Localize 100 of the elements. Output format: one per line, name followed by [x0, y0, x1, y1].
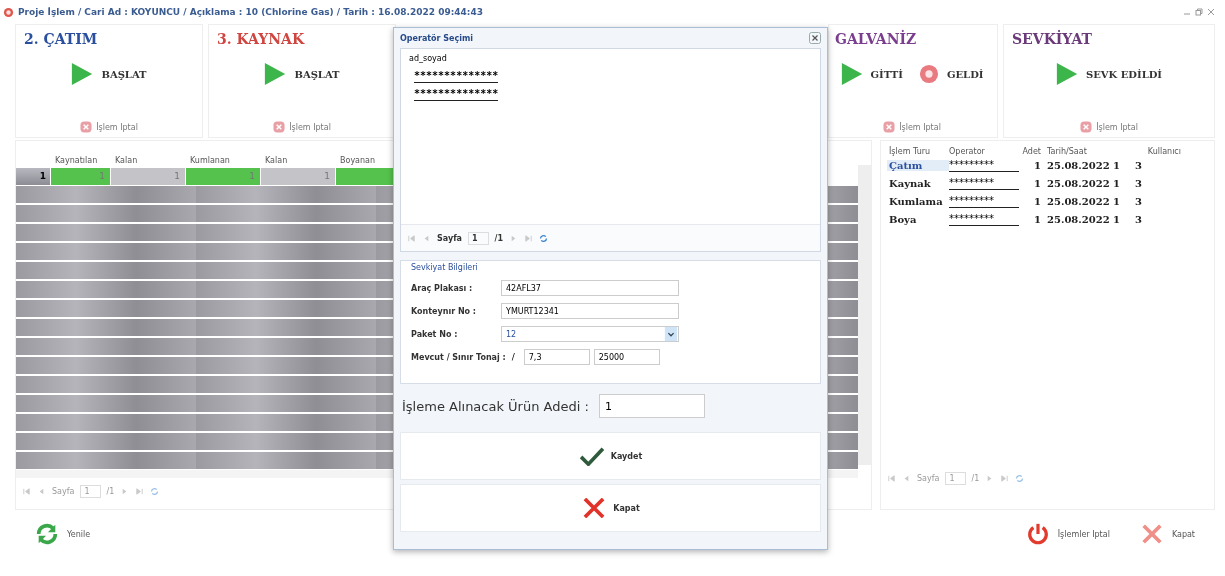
cancel-link[interactable]: İşlem Iptal	[1080, 121, 1138, 133]
last-page-icon[interactable]	[524, 233, 534, 243]
window-title: Proje İşlem / Cari Ad : KOYUNCU / Açıklama : 10 (Chlorine Gas) / Tarih : 16.08.2022 09:44:43	[18, 7, 483, 17]
row-header: 1	[16, 168, 51, 185]
table-cell: *********	[949, 158, 1019, 172]
cancel-icon	[1080, 121, 1093, 133]
stage-title: SEVKİYAT	[1012, 31, 1092, 47]
stage-button[interactable]: GELDİ	[918, 61, 984, 87]
stage-button[interactable]: BAŞLAT	[71, 61, 147, 87]
footer-button[interactable]: İşlemler Iptal	[1025, 522, 1110, 546]
page-label: Sayfa	[52, 486, 75, 496]
list-item[interactable]: **************	[414, 69, 499, 83]
play-icon	[264, 61, 287, 87]
group-title: Sevkiyat Bilgileri	[411, 263, 478, 272]
footer-button[interactable]: Kapat	[1139, 522, 1195, 546]
table-cell-text: 1	[1033, 213, 1042, 225]
page-field[interactable]: 1	[468, 231, 489, 245]
play-icon	[1055, 61, 1078, 87]
column-header: Kullanıcı	[1146, 147, 1182, 156]
list-item[interactable]: **************	[414, 87, 499, 101]
table-cell: 1	[111, 168, 186, 185]
refresh-icon[interactable]	[1015, 473, 1025, 483]
page-total: /1	[494, 233, 504, 243]
column-header: Tarih/Saat	[1047, 147, 1088, 156]
table-cell-text: 1	[1033, 177, 1042, 189]
record-icon	[918, 64, 939, 84]
restore-icon[interactable]	[1195, 8, 1203, 16]
table-cell-text: 3	[1135, 159, 1143, 171]
input-field[interactable]: 42AFL37	[501, 280, 679, 296]
stage-button[interactable]: BAŞLAT	[264, 61, 340, 87]
field-label: Araç Plakası :	[411, 283, 474, 293]
table-cell: *********	[949, 212, 1019, 226]
cancel-link[interactable]: İşlem Iptal	[883, 121, 941, 133]
input-field[interactable]: 25000	[593, 349, 660, 365]
table-cell-text: 25.08.2022 1	[1047, 213, 1122, 225]
input-field[interactable]: YMURT12341	[501, 303, 679, 319]
quantity-field[interactable]: 1	[598, 394, 705, 418]
input-field[interactable]: 7,3	[523, 349, 590, 365]
dialog-title: Operatör Seçimi	[400, 33, 474, 43]
table-cell: 1	[261, 168, 336, 185]
table-cell[interactable]: Kumlama	[887, 195, 949, 207]
separator-text: /	[511, 352, 516, 362]
column-header: Kalan	[264, 156, 289, 165]
field-label: Paket No :	[411, 329, 459, 339]
scrollbar[interactable]	[858, 165, 871, 465]
table-cell-text: 3	[1135, 195, 1143, 207]
app-icon	[3, 6, 14, 18]
table-cell-text: 3	[1135, 177, 1143, 189]
refresh-icon[interactable]	[150, 486, 160, 496]
last-page-icon[interactable]	[135, 486, 145, 496]
page-label: Sayfa	[917, 473, 940, 483]
field-label: Mevcut / Sınır Tonaj :	[411, 352, 506, 362]
refresh-icon	[35, 522, 59, 546]
close-icon[interactable]	[809, 32, 821, 44]
previous-page-icon[interactable]	[902, 473, 911, 483]
quantity-label: İşleme Alınacak Ürün Adedi :	[402, 398, 589, 414]
column-header: Boyanan	[339, 156, 377, 165]
column-header: Kumlanan	[189, 156, 231, 165]
stage-button[interactable]: SEVK EDİLDİ	[1055, 61, 1163, 87]
check-icon	[578, 446, 605, 466]
refresh-icon[interactable]	[539, 233, 549, 243]
cancel-link[interactable]: İşlem Iptal	[80, 121, 138, 133]
play-icon	[840, 61, 863, 87]
previous-page-icon[interactable]	[422, 233, 431, 243]
dialog-button[interactable]: Kapat	[400, 484, 821, 532]
table-cell[interactable]: Boya	[887, 213, 949, 225]
table-cell-text: 25.08.2022 1	[1047, 159, 1122, 171]
column-header: Operator	[949, 147, 986, 156]
page-label: Sayfa	[437, 233, 462, 243]
column-header: ad_soyad	[408, 53, 448, 65]
cancel-icon	[273, 121, 286, 133]
dialog-button[interactable]: Kaydet	[400, 432, 821, 480]
stage-title: 3. KAYNAK	[217, 31, 305, 47]
column-header: Kalan	[114, 156, 139, 165]
table-cell[interactable]: Kaynak	[887, 177, 949, 189]
table-cell[interactable]: Çatım	[887, 159, 949, 171]
previous-page-icon[interactable]	[37, 486, 46, 496]
table-cell-text: 1	[1033, 195, 1042, 207]
dropdown-field[interactable]: 12	[501, 326, 679, 342]
page-total: /1	[106, 486, 115, 496]
column-header: İşlem Turu	[888, 147, 932, 156]
footer-button[interactable]: Yenile	[35, 522, 91, 546]
page-total: /1	[971, 473, 980, 483]
close-icon[interactable]	[1207, 8, 1215, 16]
column-header: Kaynatılan	[54, 156, 99, 165]
stage-button[interactable]: GİTTİ	[840, 61, 903, 87]
stage-title: GALVANİZ	[835, 31, 917, 47]
table-cell: *********	[949, 176, 1019, 190]
stage-title: 2. ÇATIM	[24, 31, 98, 47]
table-cell-text: 3	[1135, 213, 1143, 225]
table-cell: *********	[949, 194, 1019, 208]
first-page-icon[interactable]	[407, 233, 416, 243]
play-icon	[71, 61, 94, 87]
table-cell-text: 25.08.2022 1	[1047, 195, 1122, 207]
first-page-icon[interactable]	[22, 486, 31, 496]
last-page-icon[interactable]	[1000, 473, 1010, 483]
cancel-link[interactable]: İşlem Iptal	[273, 121, 331, 133]
first-page-icon[interactable]	[887, 473, 896, 483]
field-label: Konteynır No :	[411, 306, 478, 316]
table-cell: 1	[51, 168, 111, 185]
